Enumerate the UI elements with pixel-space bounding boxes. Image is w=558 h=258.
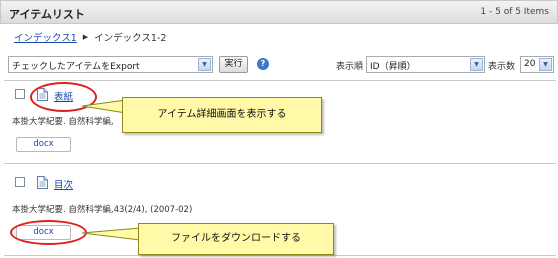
item-count: 1 - 5 of 5 Items (480, 7, 549, 17)
item-checkbox[interactable] (15, 177, 25, 187)
sort-order-label: 表示順 (336, 62, 364, 72)
execute-button[interactable]: 実行 (219, 56, 248, 73)
callout-pointer (81, 227, 141, 241)
highlight-oval-file (10, 220, 87, 245)
item-list-header: アイテムリスト 1 - 5 of 5 Items (0, 0, 558, 24)
chevron-right-icon: ▶ (82, 33, 89, 41)
export-action-select[interactable]: チェックしたアイテムをExport ▼ (8, 56, 213, 73)
file-download-button[interactable]: docx (16, 137, 71, 152)
item-checkbox[interactable] (15, 89, 25, 99)
divider (4, 255, 556, 256)
chevron-down-icon: ▼ (539, 58, 552, 71)
callout-pointer (81, 99, 127, 114)
callout-detail: アイテム詳細画面を表示する (122, 97, 322, 133)
chevron-down-icon: ▼ (470, 58, 483, 71)
sort-order-value: ID（昇順） (370, 62, 416, 72)
item-bibliographic-info: 本掛大学紀要. 自然科学編, (12, 117, 114, 127)
display-count-select[interactable]: 20 ▼ (520, 56, 554, 73)
display-count-label: 表示数 (488, 62, 516, 72)
item-title-link[interactable]: 目次 (54, 177, 73, 191)
breadcrumb-current: インデックス1-2 (94, 33, 167, 44)
sort-order-select[interactable]: ID（昇順） ▼ (366, 56, 485, 73)
toolbar: チェックしたアイテムをExport ▼ 実行 ? 表示順 ID（昇順） ▼ 表示… (0, 54, 558, 76)
display-count-value: 20 (524, 59, 536, 69)
callout-download: ファイルをダウンロードする (138, 223, 334, 255)
chevron-down-icon: ▼ (198, 58, 211, 71)
export-action-value: チェックしたアイテムをExport (12, 62, 140, 72)
divider (4, 163, 556, 164)
document-icon (37, 176, 48, 189)
help-icon[interactable]: ? (257, 58, 269, 70)
page-title: アイテムリスト (9, 8, 85, 21)
breadcrumb-link-index1[interactable]: インデックス1 (14, 30, 77, 44)
item-bibliographic-info: 本掛大学紀要. 自然科学編,43(2/4), (2007-02) (12, 205, 193, 215)
breadcrumb: インデックス1 ▶ インデックス1-2 (14, 30, 166, 44)
